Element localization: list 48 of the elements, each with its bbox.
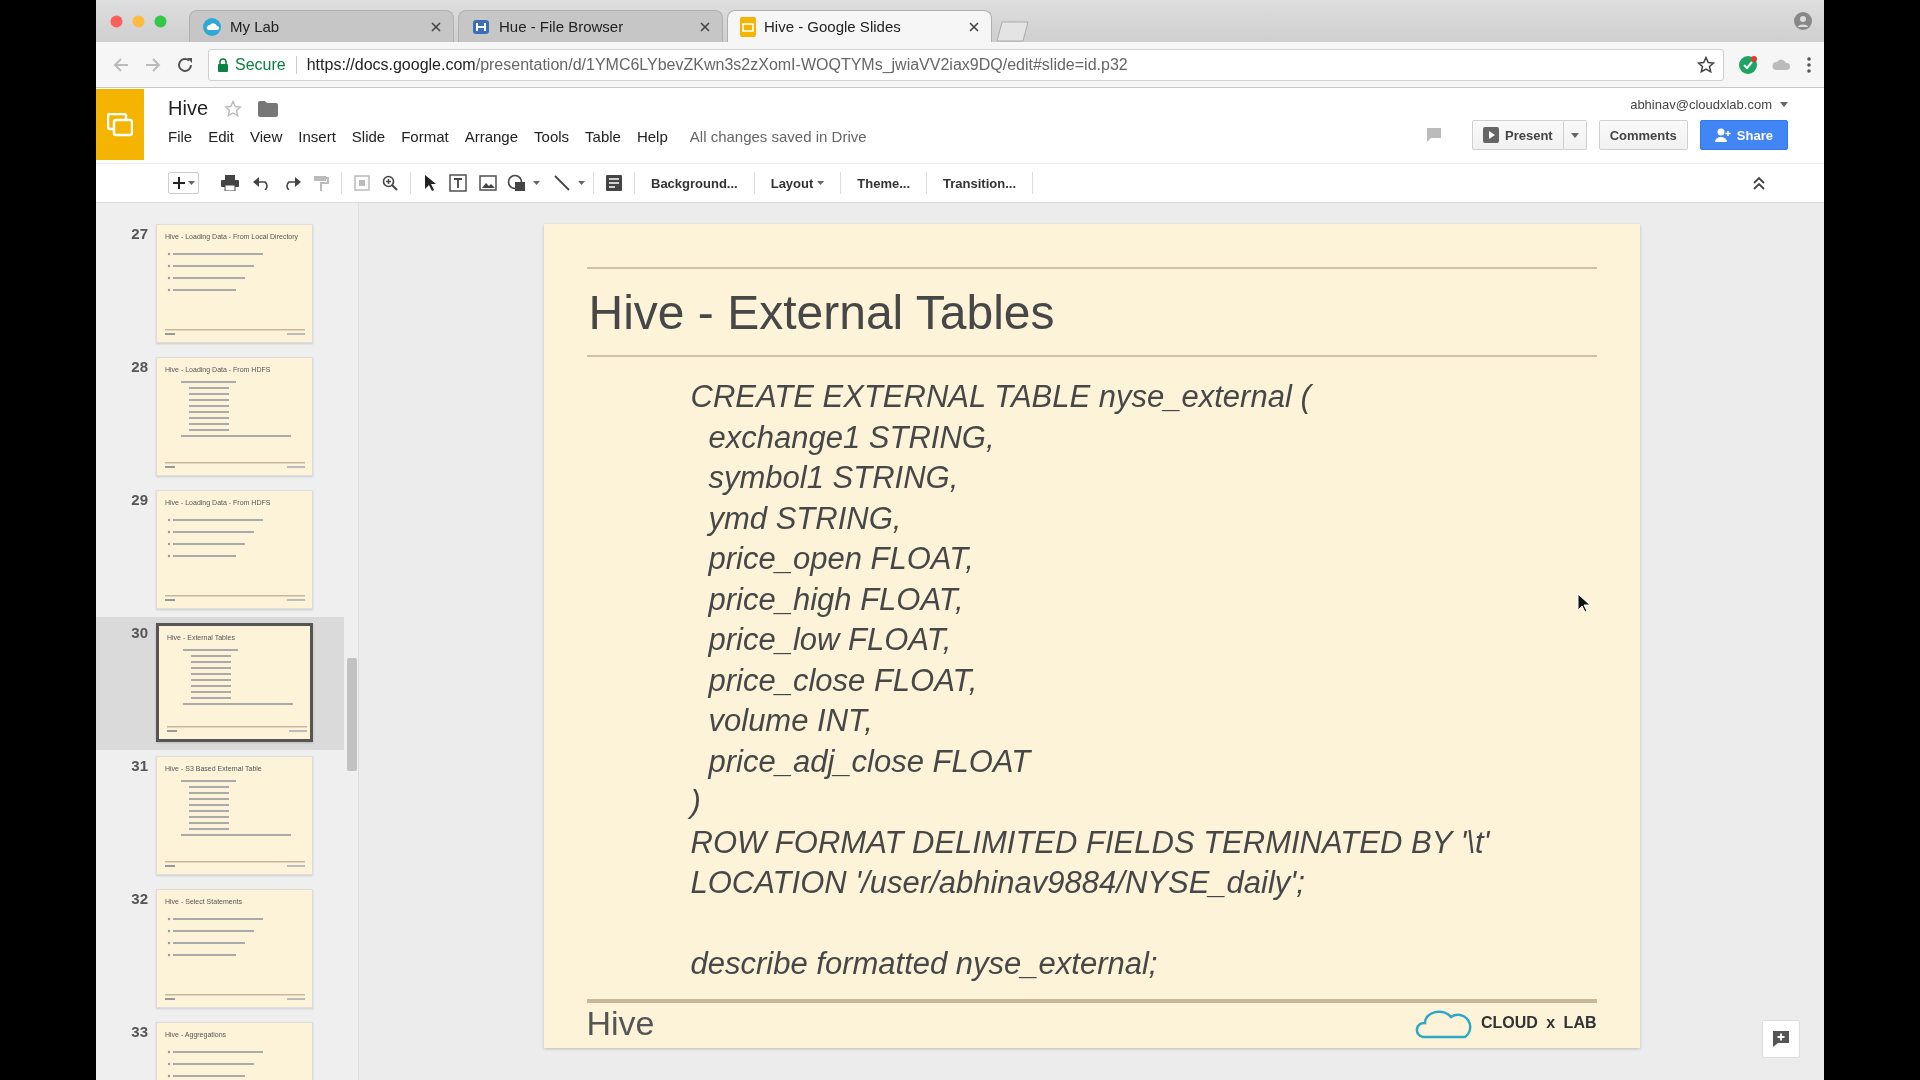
menu-item[interactable]: Arrange bbox=[456, 126, 527, 147]
menu-item[interactable]: View bbox=[242, 126, 291, 147]
slide-number: 30 bbox=[130, 623, 149, 643]
menu-item[interactable]: Help bbox=[628, 126, 676, 147]
comments-button[interactable]: Comments bbox=[1598, 120, 1688, 150]
code-line: symbol1 STRING, bbox=[707, 459, 959, 497]
code-line: describe formatted nyse_external; bbox=[690, 944, 1158, 983]
slide-number: 29 bbox=[130, 490, 149, 510]
code-line: ) bbox=[690, 783, 701, 821]
browser-tab[interactable]: Hue - File Browser bbox=[458, 10, 723, 42]
menu-item[interactable]: Format bbox=[393, 126, 457, 147]
menu-item[interactable]: File bbox=[168, 126, 201, 147]
present-button[interactable]: Present bbox=[1471, 120, 1564, 150]
code-line: CREATE EXTERNAL TABLE nyse_external ( bbox=[690, 378, 1311, 416]
toolbar-button[interactable]: Transition... bbox=[935, 171, 1025, 195]
code-line: exchange1 STRING, bbox=[707, 418, 995, 457]
logo-text: CLOUD x LAB bbox=[1480, 1014, 1597, 1032]
menu-item[interactable]: Insert bbox=[290, 126, 344, 147]
slide-footer: Hive bbox=[586, 1003, 655, 1043]
toolbar-button[interactable]: Background... bbox=[643, 171, 746, 195]
code-line: volume INT, bbox=[707, 702, 873, 740]
code-line: ROW FORMAT DELIMITED FIELDS TERMINATED BY '\t' bbox=[690, 823, 1490, 862]
toolbar-button[interactable]: Layout bbox=[762, 171, 833, 195]
menu-item[interactable]: Table bbox=[577, 126, 629, 147]
slide-title: Hive - External Tables bbox=[587, 284, 1056, 341]
slide-number: 31 bbox=[130, 756, 149, 776]
menu-item[interactable]: Edit bbox=[200, 126, 243, 147]
slide-number: 33 bbox=[130, 1022, 149, 1042]
code-line: price_high FLOAT, bbox=[706, 580, 964, 619]
address-bar[interactable]: Secure https://docs.google.com/presentation/d/1YMC6LYbevZKwn3s2zXomI-WOQTYMs_jwiaVV2iax9DQ/edit#slide=id.p32 bbox=[208, 48, 1724, 81]
menu-item[interactable]: Slide bbox=[343, 126, 394, 147]
code-line: price_adj_close FLOAT bbox=[706, 742, 1031, 781]
slide-number: 32 bbox=[130, 889, 149, 909]
account-email: abhinav@cloudxlab.com bbox=[1630, 97, 1772, 112]
menu-item[interactable]: Tools bbox=[526, 126, 578, 147]
browser-tab[interactable]: My Lab bbox=[189, 10, 454, 42]
toolbar-button[interactable]: Theme... bbox=[849, 171, 919, 195]
share-button[interactable]: Share bbox=[1699, 120, 1788, 150]
document-title: Hive bbox=[168, 97, 208, 120]
code-line: LOCATION '/user/abhinav9884/NYSE_daily'; bbox=[690, 864, 1305, 902]
save-status: All changes saved in Drive bbox=[689, 128, 867, 145]
code-line: price_low FLOAT, bbox=[706, 621, 952, 659]
slide-number: 28 bbox=[130, 357, 149, 377]
slide-number: 27 bbox=[130, 224, 149, 244]
code-line: price_close FLOAT, bbox=[706, 661, 978, 700]
code-line: price_open FLOAT, bbox=[706, 540, 974, 578]
browser-tab[interactable]: Hive - Google Slides bbox=[727, 10, 992, 42]
code-line: ymd STRING, bbox=[706, 499, 902, 538]
